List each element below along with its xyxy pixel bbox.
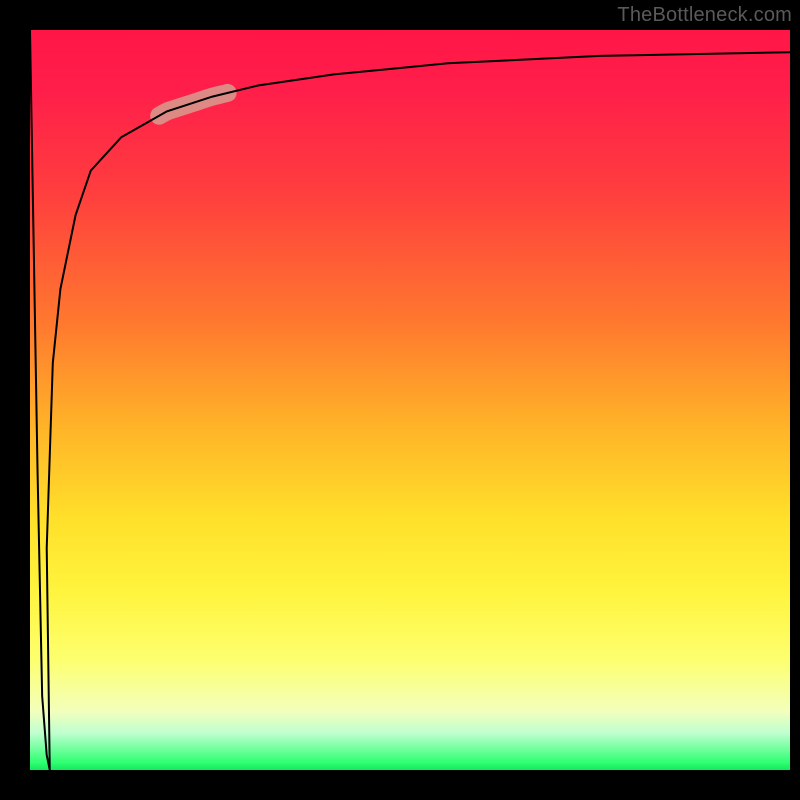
- watermark-text: TheBottleneck.com: [617, 4, 792, 27]
- chart-container: TheBottleneck.com: [0, 0, 800, 800]
- curve-layer: [30, 30, 790, 770]
- bottleneck-curve: [30, 30, 790, 770]
- plot-area: [30, 30, 790, 770]
